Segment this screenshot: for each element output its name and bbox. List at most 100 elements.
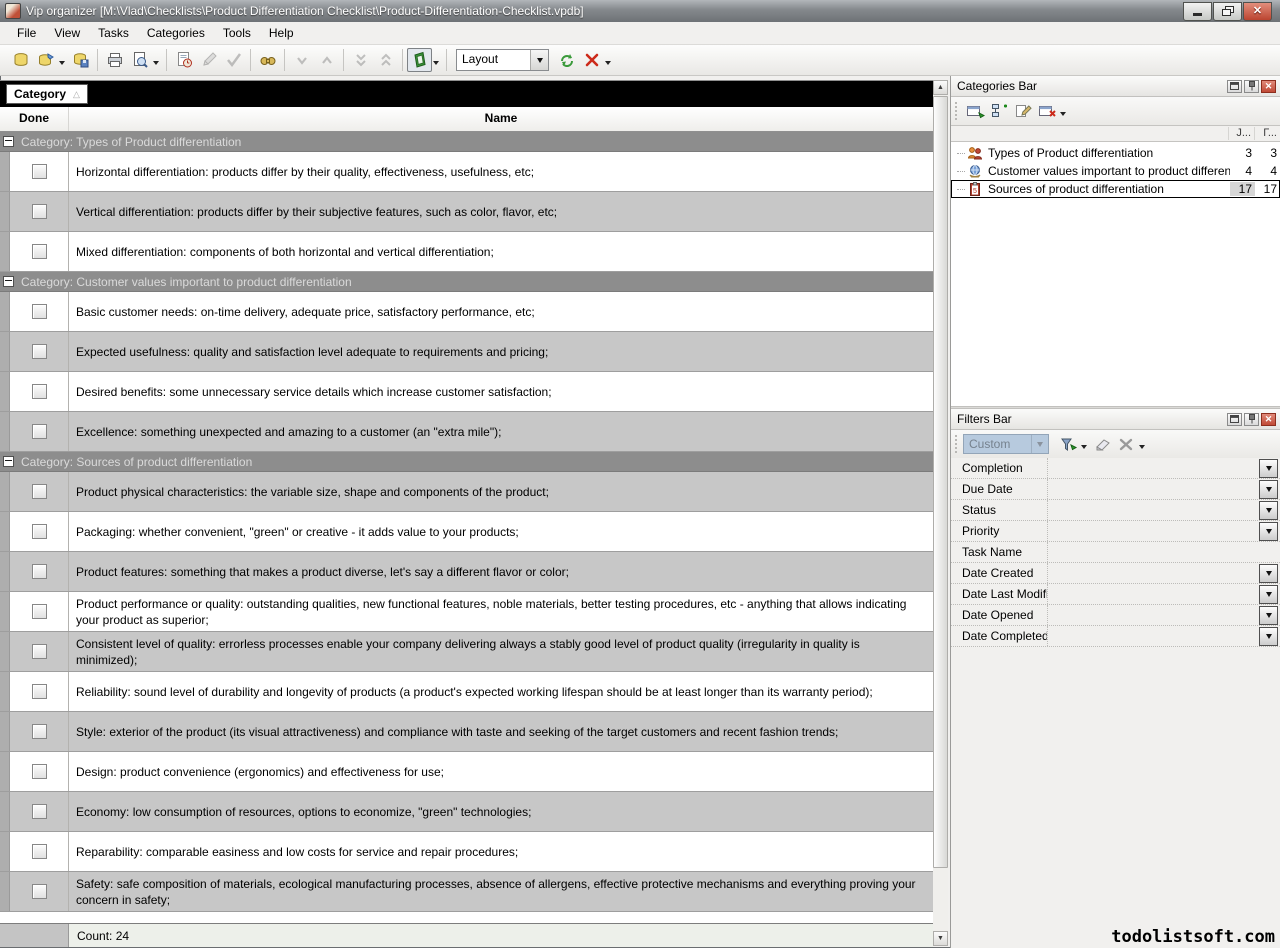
menu-help[interactable]: Help	[260, 23, 303, 43]
scroll-down-button[interactable]: ▼	[933, 931, 948, 946]
task-checkbox[interactable]	[32, 344, 47, 359]
categories-toolbar-overflow-icon[interactable]	[1060, 112, 1066, 116]
find-button[interactable]	[255, 48, 280, 72]
menu-view[interactable]: View	[45, 23, 89, 43]
filter-dropdown-button[interactable]	[1259, 585, 1278, 604]
table-row[interactable]: Horizontal differentiation: products dif…	[0, 152, 933, 192]
filter-value[interactable]	[1048, 500, 1259, 520]
collapse-icon[interactable]	[3, 276, 14, 287]
apply-filter-dropdown-icon[interactable]	[1081, 445, 1087, 449]
table-row[interactable]: Reliability: sound level of durability a…	[0, 672, 933, 712]
collapse-icon[interactable]	[3, 456, 14, 467]
filter-dropdown-button[interactable]	[1259, 564, 1278, 583]
vertical-scrollbar[interactable]: ▲ ▼	[933, 80, 948, 946]
new-task-button[interactable]	[171, 48, 196, 72]
task-checkbox[interactable]	[32, 564, 47, 579]
categories-pin-button[interactable]	[1244, 80, 1259, 93]
filter-dropdown-button[interactable]	[1259, 501, 1278, 520]
categories-restore-button[interactable]	[1227, 80, 1242, 93]
apply-filter-button[interactable]	[1056, 433, 1080, 455]
edit-category-button[interactable]	[1011, 100, 1035, 122]
close-button[interactable]: ✕	[1243, 2, 1272, 21]
task-checkbox[interactable]	[32, 304, 47, 319]
filter-dropdown-button[interactable]	[1259, 627, 1278, 646]
toggle-layout-view-button[interactable]	[407, 48, 432, 72]
clear-filter-button[interactable]	[1090, 433, 1114, 455]
toolbar-overflow-icon[interactable]	[605, 61, 611, 65]
column-header-name[interactable]: Name	[69, 107, 933, 131]
filter-value[interactable]	[1048, 521, 1259, 541]
table-row[interactable]: Desired benefits: some unnecessary servi…	[0, 372, 933, 412]
category-group-header[interactable]: Category: Sources of product differentia…	[0, 452, 933, 472]
new-category-button[interactable]	[963, 100, 987, 122]
filter-value[interactable]	[1048, 626, 1259, 646]
task-checkbox[interactable]	[32, 644, 47, 659]
task-checkbox[interactable]	[32, 384, 47, 399]
filter-dropdown-button[interactable]	[1259, 606, 1278, 625]
task-checkbox[interactable]	[32, 684, 47, 699]
task-checkbox[interactable]	[32, 844, 47, 859]
table-row[interactable]: Consistent level of quality: errorless p…	[0, 632, 933, 672]
filter-value[interactable]	[1048, 563, 1259, 583]
task-checkbox[interactable]	[32, 244, 47, 259]
table-row[interactable]: Packaging: whether convenient, "green" o…	[0, 512, 933, 552]
table-row[interactable]: Product performance or quality: outstand…	[0, 592, 933, 632]
table-row[interactable]: Product physical characteristics: the va…	[0, 472, 933, 512]
group-by-category-chip[interactable]: Category △	[6, 84, 88, 104]
table-row[interactable]: Vertical differentiation: products diffe…	[0, 192, 933, 232]
complete-task-button[interactable]	[221, 48, 246, 72]
filters-toolbar-overflow-icon[interactable]	[1139, 445, 1145, 449]
layout-view-dropdown-icon[interactable]	[433, 61, 439, 65]
task-checkbox[interactable]	[32, 204, 47, 219]
task-checkbox[interactable]	[32, 724, 47, 739]
open-database-dropdown-icon[interactable]	[59, 61, 65, 65]
table-row[interactable]: Expected usefulness: quality and satisfa…	[0, 332, 933, 372]
table-row[interactable]: Style: exterior of the product (its visu…	[0, 712, 933, 752]
filter-value[interactable]	[1048, 479, 1259, 499]
menu-file[interactable]: File	[8, 23, 45, 43]
table-row[interactable]: Reparability: comparable easiness and lo…	[0, 832, 933, 872]
scrollbar-thumb[interactable]	[933, 96, 948, 868]
category-group-header[interactable]: Category: Types of Product differentiati…	[0, 132, 933, 152]
category-item[interactable]: Customer values important to product dif…	[951, 162, 1280, 180]
print-button[interactable]	[102, 48, 127, 72]
table-row[interactable]: Safety: safe composition of materials, e…	[0, 872, 933, 912]
minimize-button[interactable]	[1183, 2, 1212, 21]
filter-dropdown-button[interactable]	[1259, 522, 1278, 541]
restore-button[interactable]	[1213, 2, 1242, 21]
table-row[interactable]: Design: product convenience (ergonomics)…	[0, 752, 933, 792]
table-row[interactable]: Economy: low consumption of resources, o…	[0, 792, 933, 832]
menu-tasks[interactable]: Tasks	[89, 23, 138, 43]
categories-close-button[interactable]: ✕	[1261, 80, 1276, 93]
table-row[interactable]: Mixed differentiation: components of bot…	[0, 232, 933, 272]
edit-task-button[interactable]	[196, 48, 221, 72]
delete-layout-button[interactable]	[579, 48, 604, 72]
task-checkbox[interactable]	[32, 424, 47, 439]
menu-tools[interactable]: Tools	[214, 23, 260, 43]
filter-value[interactable]	[1048, 605, 1259, 625]
collapse-icon[interactable]	[3, 136, 14, 147]
print-preview-button[interactable]	[127, 48, 152, 72]
categories-count-column-1[interactable]: J...	[1228, 127, 1254, 140]
open-database-button[interactable]	[33, 48, 58, 72]
task-checkbox[interactable]	[32, 804, 47, 819]
filter-dropdown-button[interactable]	[1259, 480, 1278, 499]
filter-value[interactable]	[1048, 458, 1259, 478]
move-to-top-button[interactable]	[373, 48, 398, 72]
filters-close-button[interactable]: ✕	[1261, 413, 1276, 426]
task-checkbox[interactable]	[32, 484, 47, 499]
table-row[interactable]: Basic customer needs: on-time delivery, …	[0, 292, 933, 332]
delete-category-button[interactable]	[1035, 100, 1059, 122]
new-subcategory-button[interactable]	[987, 100, 1011, 122]
filter-preset-combobox[interactable]: Custom	[963, 434, 1049, 454]
filters-restore-button[interactable]	[1227, 413, 1242, 426]
table-row[interactable]: Excellence: something unexpected and ama…	[0, 412, 933, 452]
filter-value[interactable]	[1048, 584, 1259, 604]
new-database-button[interactable]	[8, 48, 33, 72]
print-dropdown-icon[interactable]	[153, 61, 159, 65]
move-down-button[interactable]	[289, 48, 314, 72]
category-item[interactable]: 5Sources of product differentiation1717	[951, 180, 1280, 198]
categories-count-column-2[interactable]: Г...	[1254, 127, 1280, 140]
table-row[interactable]: Product features: something that makes a…	[0, 552, 933, 592]
apply-layout-button[interactable]	[554, 48, 579, 72]
